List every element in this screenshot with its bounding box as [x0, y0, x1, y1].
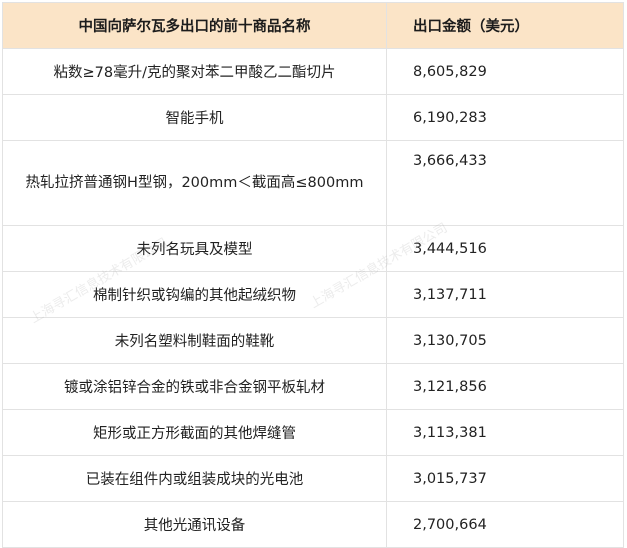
export-amount-cell: 3,666,433: [386, 140, 624, 226]
export-amount-cell: 3,130,705: [386, 317, 624, 364]
export-amount-cell: 3,015,737: [386, 455, 624, 502]
export-amount-cell: 8,605,829: [386, 48, 624, 95]
table-row: 棉制针织或钩编的其他起绒织物 3,137,711: [2, 271, 624, 318]
header-export-amount: 出口金额（美元）: [386, 2, 624, 49]
product-name-cell: 热轧拉挤普通钢H型钢，200mm＜截面高≤800mm: [2, 140, 387, 226]
product-name-cell: 未列名塑料制鞋面的鞋靴: [2, 317, 387, 364]
export-amount-cell: 3,137,711: [386, 271, 624, 318]
export-amount-cell: 3,121,856: [386, 363, 624, 410]
product-name-cell: 棉制针织或钩编的其他起绒织物: [2, 271, 387, 318]
export-table: 中国向萨尔瓦多出口的前十商品名称 出口金额（美元） 粘数≥78毫升/克的聚对苯二…: [2, 2, 624, 548]
table-body: 粘数≥78毫升/克的聚对苯二甲酸乙二酯切片 8,605,829 智能手机 6,1…: [2, 48, 624, 548]
table-row: 智能手机 6,190,283: [2, 94, 624, 141]
product-name-cell: 矩形或正方形截面的其他焊缝管: [2, 409, 387, 456]
header-product-name: 中国向萨尔瓦多出口的前十商品名称: [2, 2, 387, 49]
export-amount-cell: 3,444,516: [386, 225, 624, 272]
product-name-cell: 已装在组件内或组装成块的光电池: [2, 455, 387, 502]
table-row: 已装在组件内或组装成块的光电池 3,015,737: [2, 455, 624, 502]
header-row: 中国向萨尔瓦多出口的前十商品名称 出口金额（美元）: [2, 2, 624, 49]
table-row: 未列名玩具及模型 3,444,516: [2, 225, 624, 272]
export-amount-cell: 6,190,283: [386, 94, 624, 141]
export-amount-cell: 3,113,381: [386, 409, 624, 456]
product-name-cell: 其他光通讯设备: [2, 501, 387, 548]
table-row: 未列名塑料制鞋面的鞋靴 3,130,705: [2, 317, 624, 364]
table-row: 其他光通讯设备 2,700,664: [2, 501, 624, 548]
export-amount-cell: 2,700,664: [386, 501, 624, 548]
product-name-cell: 未列名玩具及模型: [2, 225, 387, 272]
product-name-cell: 智能手机: [2, 94, 387, 141]
table-row: 矩形或正方形截面的其他焊缝管 3,113,381: [2, 409, 624, 456]
table-header: 中国向萨尔瓦多出口的前十商品名称 出口金额（美元）: [2, 2, 624, 49]
table-row: 粘数≥78毫升/克的聚对苯二甲酸乙二酯切片 8,605,829: [2, 48, 624, 95]
table-row: 镀或涂铝锌合金的铁或非合金钢平板轧材 3,121,856: [2, 363, 624, 410]
product-name-cell: 粘数≥78毫升/克的聚对苯二甲酸乙二酯切片: [2, 48, 387, 95]
table-row: 热轧拉挤普通钢H型钢，200mm＜截面高≤800mm 3,666,433: [2, 140, 624, 226]
product-name-cell: 镀或涂铝锌合金的铁或非合金钢平板轧材: [2, 363, 387, 410]
